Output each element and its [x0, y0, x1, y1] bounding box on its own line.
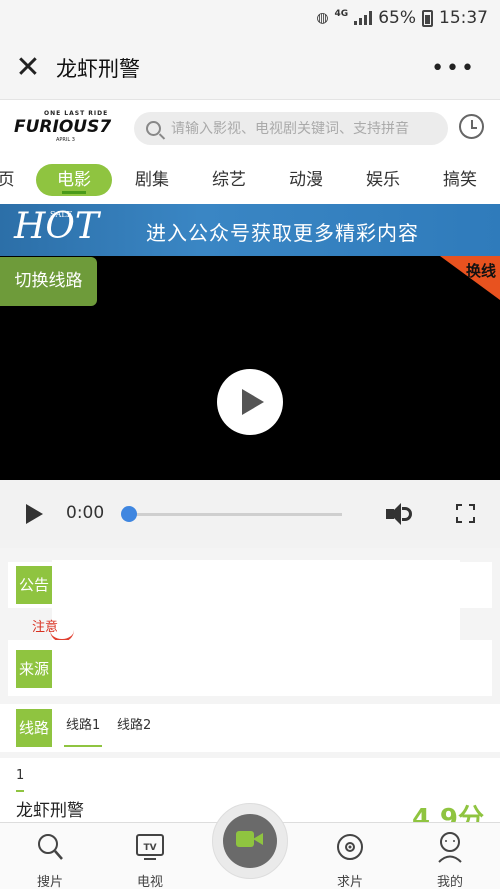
site-header: ONE LAST RIDE FURIOUS7 APRIL 3	[0, 100, 500, 156]
promo-banner[interactable]: HOT SALE 进入公众号获取更多精彩内容	[0, 204, 500, 256]
history-clock-icon[interactable]	[459, 114, 484, 139]
lines-tag: 线路	[16, 709, 52, 747]
source-tag: 来源	[16, 650, 52, 688]
status-bar: ◍ 4G 65% 15:37	[0, 0, 500, 36]
more-menu-icon[interactable]: •••	[431, 56, 476, 81]
banner-sale-text: SALE	[50, 210, 73, 219]
search-input[interactable]	[171, 120, 441, 137]
film-reel-icon	[337, 834, 363, 860]
source-overlay	[52, 640, 460, 696]
logo-text: FURIOUS7	[14, 117, 112, 137]
title-bar: ✕ 龙虾刑警 •••	[0, 36, 500, 100]
app-screen: ◍ 4G 65% 15:37 ✕ 龙虾刑警 ••• ONE LAST RIDE …	[0, 0, 500, 889]
search-icon	[38, 834, 63, 860]
line-option-1[interactable]: 线路1	[63, 714, 103, 747]
search-bar[interactable]	[134, 112, 448, 145]
clock: 15:37	[439, 8, 488, 28]
notice-overlay	[52, 560, 460, 640]
svg-text:TV: TV	[143, 843, 156, 853]
nav-tv-label: 电视	[136, 875, 163, 889]
info-section: 公告 注意 来源 线路 线路1 线路2	[0, 548, 500, 758]
tv-icon: TV	[136, 834, 164, 860]
line-option-2[interactable]: 线路2	[117, 714, 151, 733]
nav-mine-label: 我的	[436, 875, 463, 889]
tab-funny[interactable]: 搞笑	[440, 164, 480, 196]
nav-search-label: 搜片	[36, 875, 63, 889]
change-line-label: 换线	[465, 262, 496, 280]
switch-line-button[interactable]: 切换线路	[0, 257, 97, 306]
category-tabs: 页 电影 剧集 综艺 动漫 娱乐 搞笑	[0, 156, 500, 204]
battery-percent: 65%	[378, 8, 416, 28]
episode-underline	[16, 790, 24, 792]
tab-entertainment[interactable]: 娱乐	[363, 164, 403, 196]
lines-row: 线路 线路1 线路2	[0, 704, 500, 752]
tab-variety[interactable]: 综艺	[209, 164, 249, 196]
logo-date: APRIL 3	[56, 137, 75, 143]
video-player[interactable]: 切换线路 换线	[0, 256, 500, 480]
change-line-corner[interactable]: 换线	[440, 256, 500, 300]
tab-anime[interactable]: 动漫	[286, 164, 326, 196]
page-title: 龙虾刑警	[56, 56, 140, 81]
volume-icon[interactable]	[386, 502, 416, 526]
current-time: 0:00	[66, 503, 105, 523]
play-icon[interactable]	[26, 504, 43, 524]
progress-track[interactable]	[122, 513, 342, 516]
tab-movies[interactable]: 电影	[36, 164, 112, 196]
site-logo[interactable]: ONE LAST RIDE FURIOUS7 APRIL 3	[14, 110, 122, 144]
notice-tag: 公告	[16, 566, 52, 604]
logo-tagline: ONE LAST RIDE	[44, 110, 109, 117]
signal-icon	[354, 11, 373, 25]
progress-knob[interactable]	[121, 506, 137, 522]
nav-request-label: 求片	[336, 875, 363, 889]
bottom-nav: 搜片 TV 电视 求片 我的	[0, 803, 500, 889]
user-icon	[438, 832, 462, 863]
movie-title: 龙虾刑警	[16, 801, 84, 821]
player-controls: 0:00	[0, 480, 500, 548]
banner-hot-logo: HOT SALE	[14, 206, 99, 247]
search-icon	[146, 121, 161, 136]
tab-series[interactable]: 剧集	[132, 164, 172, 196]
tab-home[interactable]: 页	[0, 164, 16, 196]
play-big-icon[interactable]	[217, 369, 283, 435]
video-camera-icon	[223, 814, 277, 868]
battery-icon	[422, 9, 433, 27]
center-video-button[interactable]	[212, 803, 288, 879]
banner-text: 进入公众号获取更多精彩内容	[146, 221, 419, 245]
network-type: 4G	[334, 9, 349, 19]
close-icon[interactable]: ✕	[0, 50, 56, 85]
episode-number[interactable]: 1	[16, 768, 24, 783]
wifi-icon: ◍	[316, 10, 329, 26]
fullscreen-icon[interactable]	[456, 504, 475, 523]
